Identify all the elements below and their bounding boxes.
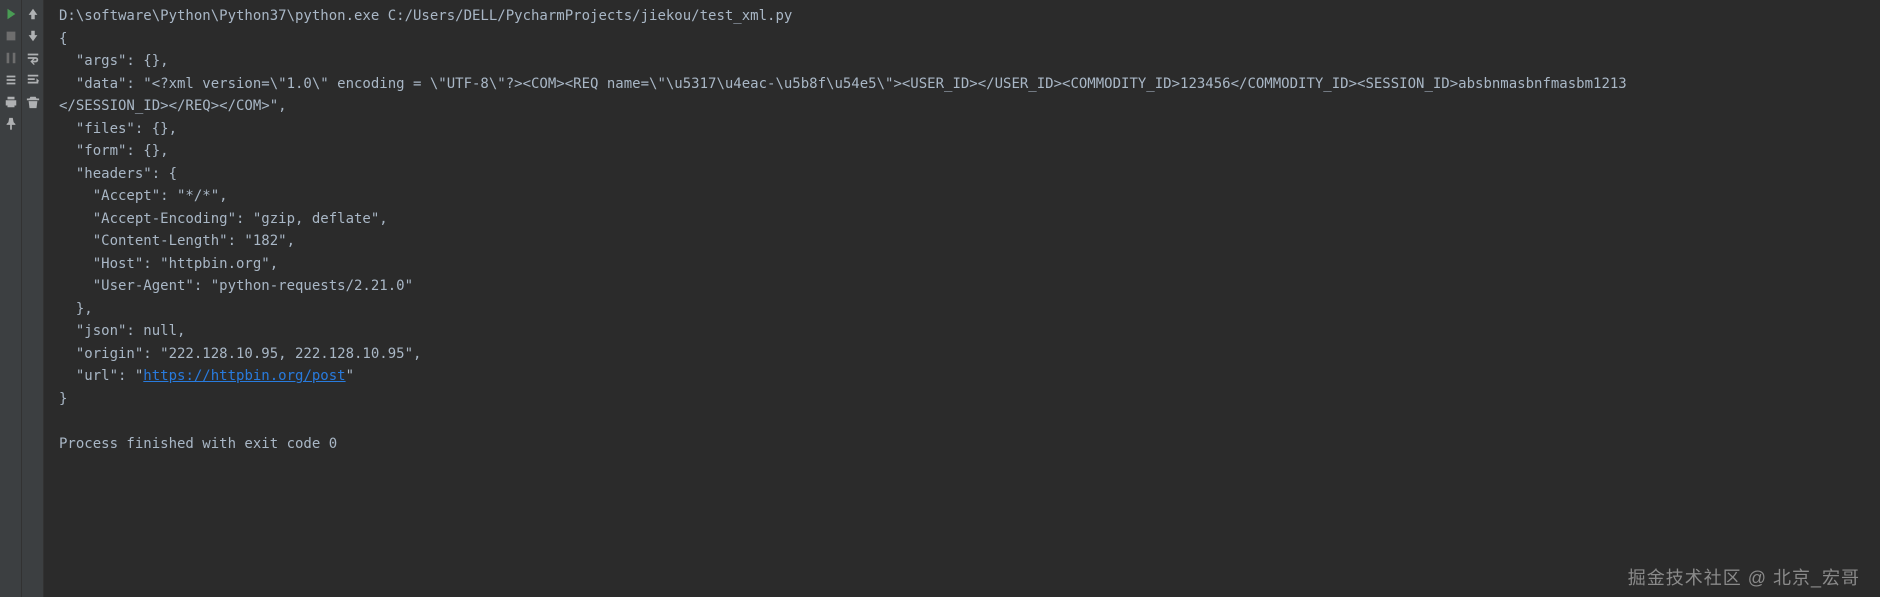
output-line: "Accept-Encoding": "gzip, deflate", [59,208,1865,231]
print-icon[interactable] [3,94,19,110]
blank-line [59,410,1865,433]
watermark: 掘金技术社区 @ 北京_宏哥 [1628,567,1860,590]
output-line: "Host": "httpbin.org", [59,253,1865,276]
output-line: "args": {}, [59,50,1865,73]
url-prefix: "url": " [59,368,143,384]
output-line: { [59,28,1865,51]
up-icon[interactable] [25,6,41,22]
output-line: "headers": { [59,163,1865,186]
output-line: "Content-Length": "182", [59,230,1865,253]
pin-icon[interactable] [3,116,19,132]
url-suffix: " [346,368,354,384]
output-line: "form": {}, [59,140,1865,163]
output-line: }, [59,298,1865,321]
output-line: </SESSION_ID></REQ></COM>", [59,95,1865,118]
output-line: "url": "https://httpbin.org/post" [59,365,1865,388]
output-line: "json": null, [59,320,1865,343]
scroll-end-icon[interactable] [25,72,41,88]
command-line: D:\software\Python\Python37\python.exe C… [59,5,1865,28]
stop-icon[interactable] [3,28,19,44]
clear-icon[interactable] [25,94,41,110]
pause-icon[interactable] [3,50,19,66]
output-line: "files": {}, [59,118,1865,141]
url-link[interactable]: https://httpbin.org/post [143,368,345,384]
rerun-icon[interactable] [3,6,19,22]
output-line: "origin": "222.128.10.95, 222.128.10.95"… [59,343,1865,366]
output-line: } [59,388,1865,411]
down-icon[interactable] [25,28,41,44]
dump-icon[interactable] [3,72,19,88]
soft-wrap-icon[interactable] [25,50,41,66]
output-line: "data": "<?xml version=\"1.0\" encoding … [59,73,1865,96]
run-gutter [0,0,22,597]
output-line: "Accept": "*/*", [59,185,1865,208]
console-output[interactable]: D:\software\Python\Python37\python.exe C… [44,0,1880,597]
output-line: "User-Agent": "python-requests/2.21.0" [59,275,1865,298]
nav-gutter [22,0,44,597]
exit-line: Process finished with exit code 0 [59,433,1865,456]
